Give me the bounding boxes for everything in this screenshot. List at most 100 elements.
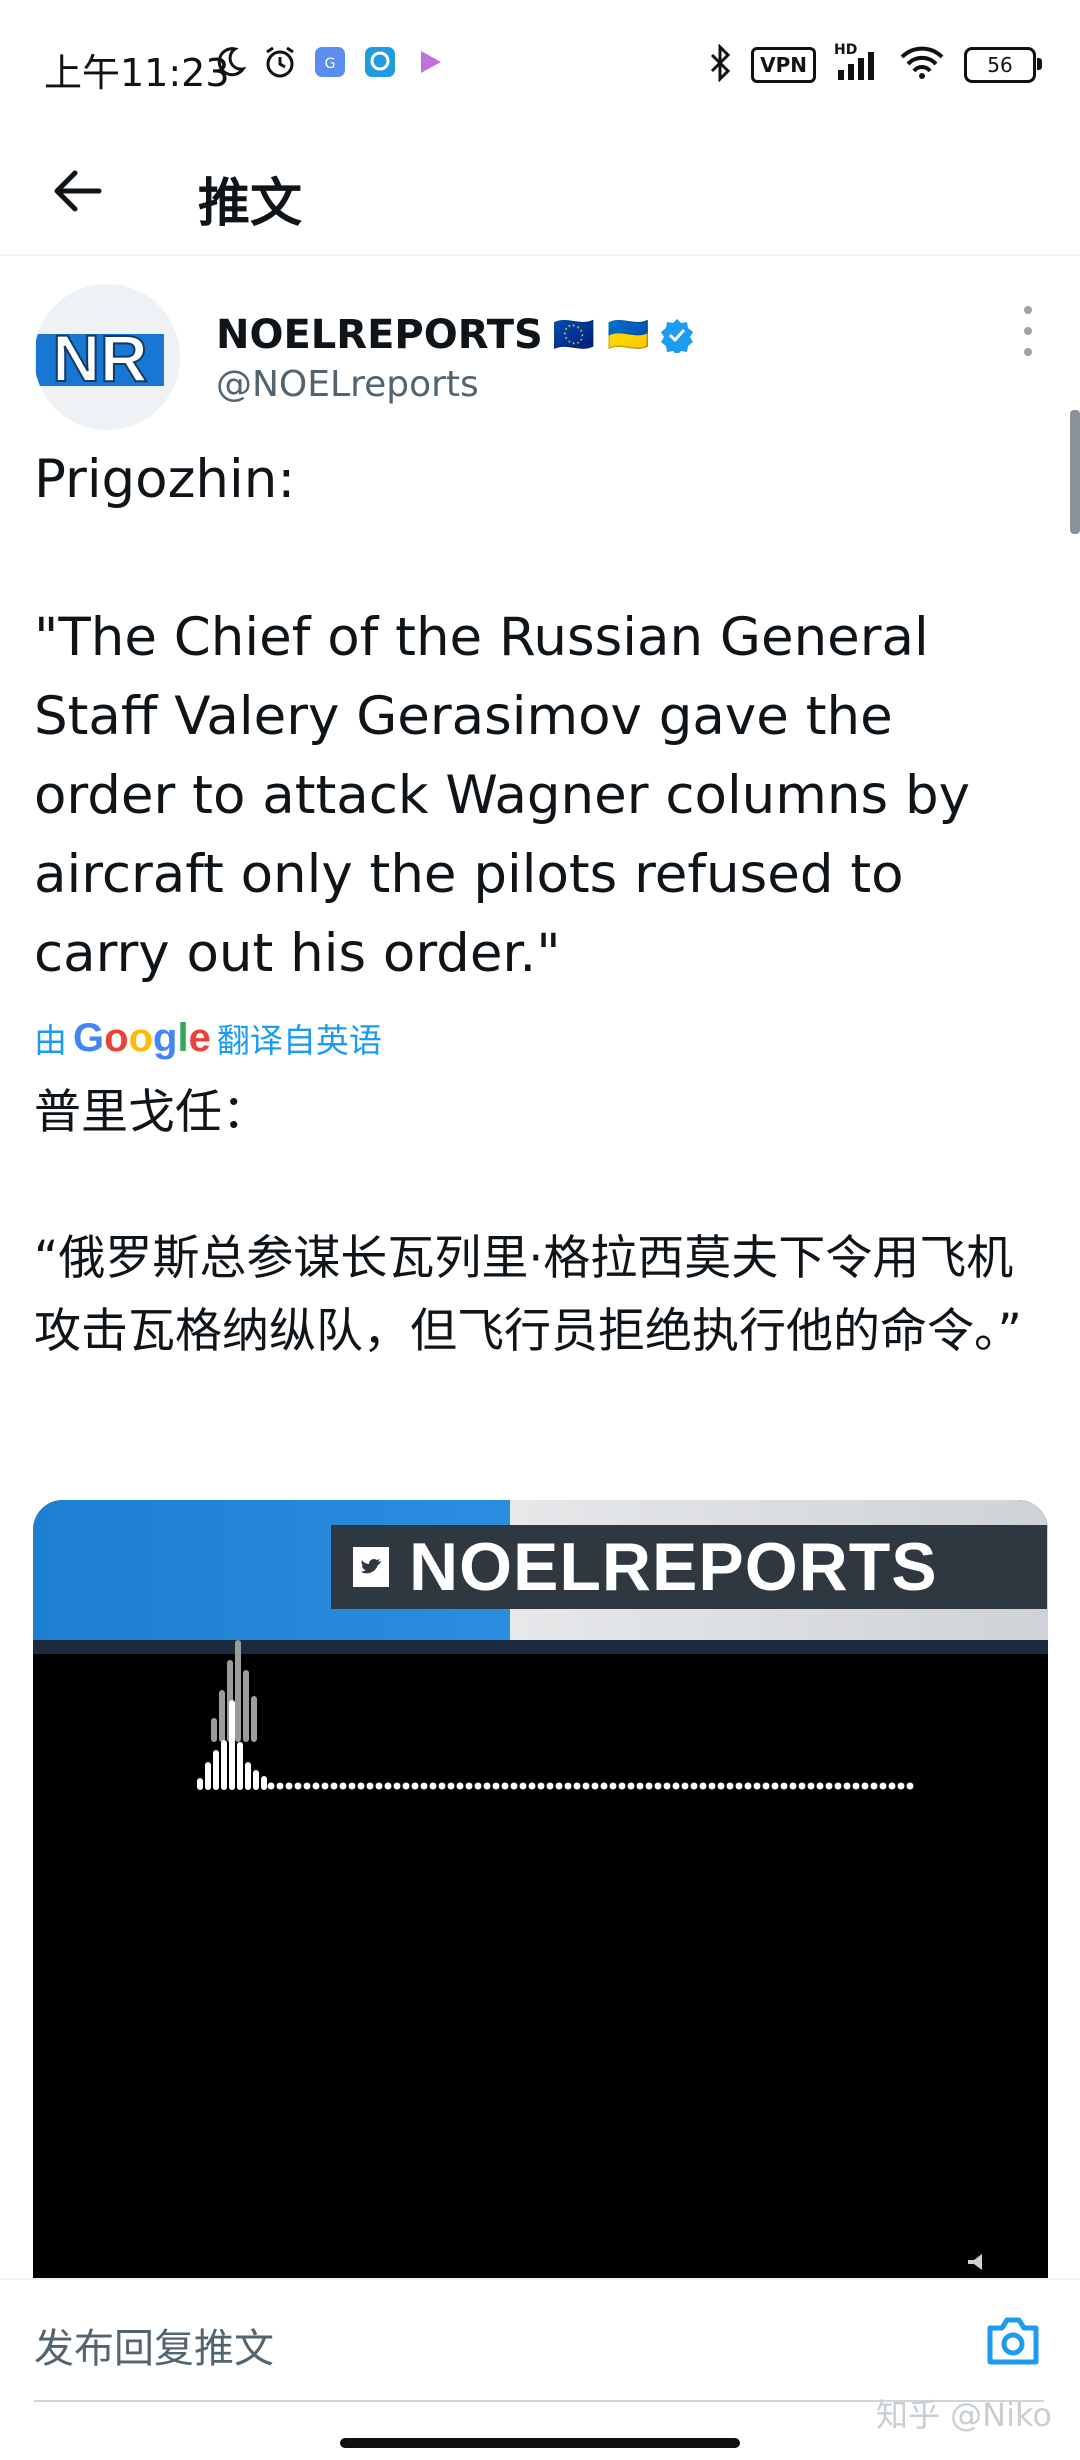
waveform-dot <box>600 1782 608 1790</box>
svg-text:G: G <box>325 56 336 72</box>
translation-suffix: 翻译自英语 <box>216 1021 382 1060</box>
home-indicator[interactable] <box>340 2438 740 2448</box>
waveform-dot <box>645 1782 653 1790</box>
camera-button[interactable] <box>984 2312 1042 2368</box>
video-media[interactable]: NOELREPORTS <box>33 1500 1048 2280</box>
waveform-dot <box>366 1782 374 1790</box>
waveform-dot <box>294 1782 302 1790</box>
avatar-text: NR <box>52 321 147 395</box>
waveform-dot <box>870 1782 878 1790</box>
translate-app-icon: G <box>312 44 348 80</box>
bluetooth-icon <box>709 43 733 86</box>
waveform-dot <box>717 1782 725 1790</box>
scrollbar[interactable] <box>1070 410 1080 534</box>
waveform-dot <box>420 1782 428 1790</box>
waveform-dot <box>744 1782 752 1790</box>
verified-badge-icon <box>661 319 694 353</box>
play-store-icon <box>412 44 448 80</box>
waveform-dot <box>330 1782 338 1790</box>
watermark: 知乎 @Niko <box>876 2396 1052 2434</box>
translation-prefix: 由 <box>34 1021 67 1060</box>
waveform-dot <box>582 1782 590 1790</box>
waveform-dot <box>411 1782 419 1790</box>
waveform-dot <box>285 1782 293 1790</box>
reply-input[interactable]: 发布回复推文 <box>34 2316 274 2374</box>
waveform-dot <box>699 1782 707 1790</box>
waveform-dot <box>654 1782 662 1790</box>
waveform-dot <box>609 1782 617 1790</box>
waveform-dot <box>789 1782 797 1790</box>
app-notification-icon <box>362 44 398 80</box>
waveform-dot <box>357 1782 365 1790</box>
waveform-dot <box>510 1782 518 1790</box>
author-flags: 🇪🇺 🇺🇦 <box>552 315 650 355</box>
waveform-dot <box>771 1782 779 1790</box>
waveform-dot <box>537 1782 545 1790</box>
waveform-dot <box>672 1782 680 1790</box>
signal-icon: HD <box>834 42 880 82</box>
status-time: 上午11:23 <box>44 51 230 95</box>
more-options-button[interactable] <box>1008 306 1048 356</box>
waveform-dot <box>519 1782 527 1790</box>
battery-indicator: 56 <box>964 47 1042 83</box>
waveform-dot <box>447 1782 455 1790</box>
status-left-icons: G <box>212 44 448 80</box>
waveform-dot <box>852 1782 860 1790</box>
waveform-dot <box>555 1782 563 1790</box>
waveform-dot <box>402 1782 410 1790</box>
waveform-dot <box>492 1782 500 1790</box>
translation-attribution[interactable]: 由 Google 翻译自英语 <box>34 1014 382 1062</box>
waveform-dot <box>690 1782 698 1790</box>
waveform-dot <box>483 1782 491 1790</box>
waveform-dot <box>825 1782 833 1790</box>
more-dot <box>1024 348 1032 356</box>
wifi-icon <box>898 45 946 85</box>
waveform-dot <box>456 1782 464 1790</box>
waveform-dot <box>861 1782 869 1790</box>
waveform-dot <box>816 1782 824 1790</box>
app-header: 推文 <box>0 128 1080 256</box>
waveform-dot <box>708 1782 716 1790</box>
waveform-dot <box>393 1782 401 1790</box>
waveform-dot <box>807 1782 815 1790</box>
author-name[interactable]: NOELREPORTS <box>216 312 543 358</box>
speaker-icon[interactable] <box>966 2254 996 2274</box>
waveform-dot <box>798 1782 806 1790</box>
waveform-dot <box>303 1782 311 1790</box>
audio-waveform <box>197 1640 914 1790</box>
back-button[interactable] <box>44 158 110 224</box>
author-handle[interactable]: @NOELreports <box>216 364 479 405</box>
waveform-dot <box>753 1782 761 1790</box>
waveform-dot <box>438 1782 446 1790</box>
camera-icon <box>987 2317 1039 2365</box>
tweet-text: Prigozhin: "The Chief of the Russian Gen… <box>34 449 970 984</box>
status-right-icons: VPN HD 56 <box>709 42 1042 86</box>
avatar[interactable]: NR <box>34 284 180 430</box>
vpn-badge: VPN <box>751 47 816 83</box>
waveform-dot <box>663 1782 671 1790</box>
author-name-row[interactable]: NOELREPORTS 🇪🇺 🇺🇦 <box>216 312 695 358</box>
waveform-dot <box>762 1782 770 1790</box>
waveform-dot <box>375 1782 383 1790</box>
waveform-dot <box>834 1782 842 1790</box>
waveform-dot <box>906 1782 914 1790</box>
waveform-dot <box>636 1782 644 1790</box>
status-bar: 上午11:23 G VPN HD 56 <box>0 0 1080 128</box>
waveform-dot <box>312 1782 320 1790</box>
waveform-dot <box>267 1782 275 1790</box>
waveform-dot <box>546 1782 554 1790</box>
waveform-dot <box>888 1782 896 1790</box>
network-label: HD <box>834 42 858 58</box>
waveform-dot <box>681 1782 689 1790</box>
waveform-dot <box>726 1782 734 1790</box>
waveform-dot <box>348 1782 356 1790</box>
waveform-dot <box>879 1782 887 1790</box>
waveform-dot <box>618 1782 626 1790</box>
waveform-dot <box>528 1782 536 1790</box>
noelreports-logo: NR <box>34 284 180 430</box>
waveform-dot <box>429 1782 437 1790</box>
waveform-dot <box>591 1782 599 1790</box>
waveform-dot <box>573 1782 581 1790</box>
waveform-dot <box>339 1782 347 1790</box>
translated-text: 普里戈任： “俄罗斯总参谋长瓦列里·格拉西莫夫下令用飞机攻击瓦格纳纵队，但飞行员… <box>34 1085 1022 1359</box>
